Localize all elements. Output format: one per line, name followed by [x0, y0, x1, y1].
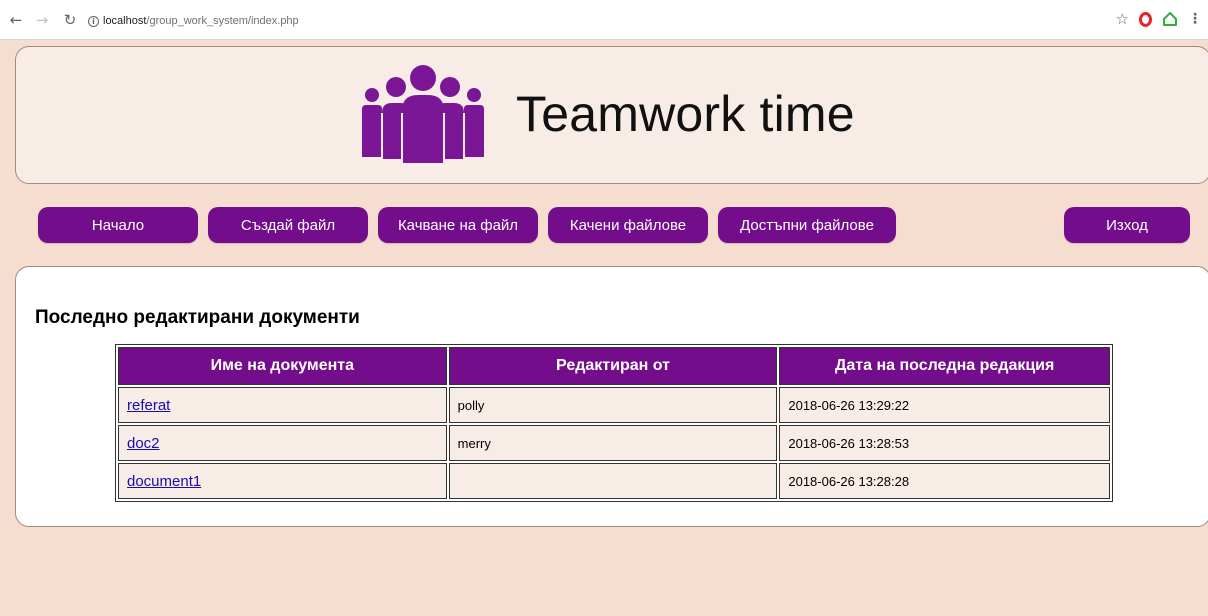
- team-people-icon: [362, 65, 484, 163]
- table-row: document1 2018-06-26 13:28:28: [118, 463, 1110, 499]
- document-link[interactable]: doc2: [127, 435, 160, 452]
- editor-cell: [448, 463, 778, 499]
- logout-button[interactable]: Изход: [1064, 207, 1190, 243]
- nav-upload-file-button[interactable]: Качване на файл: [378, 207, 538, 243]
- column-header-name: Име на документа: [118, 347, 447, 385]
- home-extension-icon[interactable]: [1162, 11, 1178, 27]
- nav-available-files-button[interactable]: Достъпни файлове: [718, 207, 896, 243]
- back-arrow-icon[interactable]: ←: [6, 10, 26, 30]
- column-header-editor: Редактиран от: [448, 347, 778, 385]
- reload-icon[interactable]: ↻: [60, 10, 80, 30]
- nav-uploaded-files-button[interactable]: Качени файлове: [548, 207, 708, 243]
- table-row: doc2 merry 2018-06-26 13:28:53: [118, 425, 1110, 461]
- forward-arrow-icon[interactable]: →: [32, 10, 52, 30]
- main-content-panel: Последно редактирани документи Име на до…: [15, 266, 1208, 527]
- info-icon[interactable]: i: [88, 15, 99, 27]
- column-header-date: Дата на последна редакция: [779, 347, 1110, 385]
- address-bar[interactable]: i localhost/group_work_system/index.php: [88, 10, 299, 32]
- document-name-cell: document1: [118, 463, 447, 499]
- url-path: /group_work_system/index.php: [146, 15, 299, 27]
- site-title: Teamwork time: [516, 86, 855, 142]
- browser-toolbar: ← → ↻ i localhost/group_work_system/inde…: [0, 0, 1208, 40]
- date-cell: 2018-06-26 13:29:22: [779, 387, 1110, 423]
- document-link[interactable]: document1: [127, 473, 201, 490]
- document-name-cell: doc2: [118, 425, 447, 461]
- document-name-cell: referat: [118, 387, 447, 423]
- url-host: localhost: [103, 15, 147, 27]
- site-header: Teamwork time: [15, 46, 1208, 184]
- date-cell: 2018-06-26 13:28:53: [779, 425, 1110, 461]
- opera-extension-icon[interactable]: [1139, 11, 1152, 27]
- editor-cell: merry: [448, 425, 778, 461]
- table-row: referat polly 2018-06-26 13:29:22: [118, 387, 1110, 423]
- document-link[interactable]: referat: [127, 397, 170, 414]
- menu-kebab-icon[interactable]: ⋮: [1188, 11, 1202, 27]
- editor-cell: polly: [448, 387, 778, 423]
- section-title: Последно редактирани документи: [35, 307, 360, 328]
- bookmark-star-icon[interactable]: ☆: [1116, 10, 1129, 28]
- table-header-row: Име на документа Редактиран от Дата на п…: [118, 347, 1110, 385]
- nav-home-button[interactable]: Начало: [38, 207, 198, 243]
- date-cell: 2018-06-26 13:28:28: [779, 463, 1110, 499]
- recent-documents-table: Име на документа Редактиран от Дата на п…: [115, 344, 1113, 502]
- nav-create-file-button[interactable]: Създай файл: [208, 207, 368, 243]
